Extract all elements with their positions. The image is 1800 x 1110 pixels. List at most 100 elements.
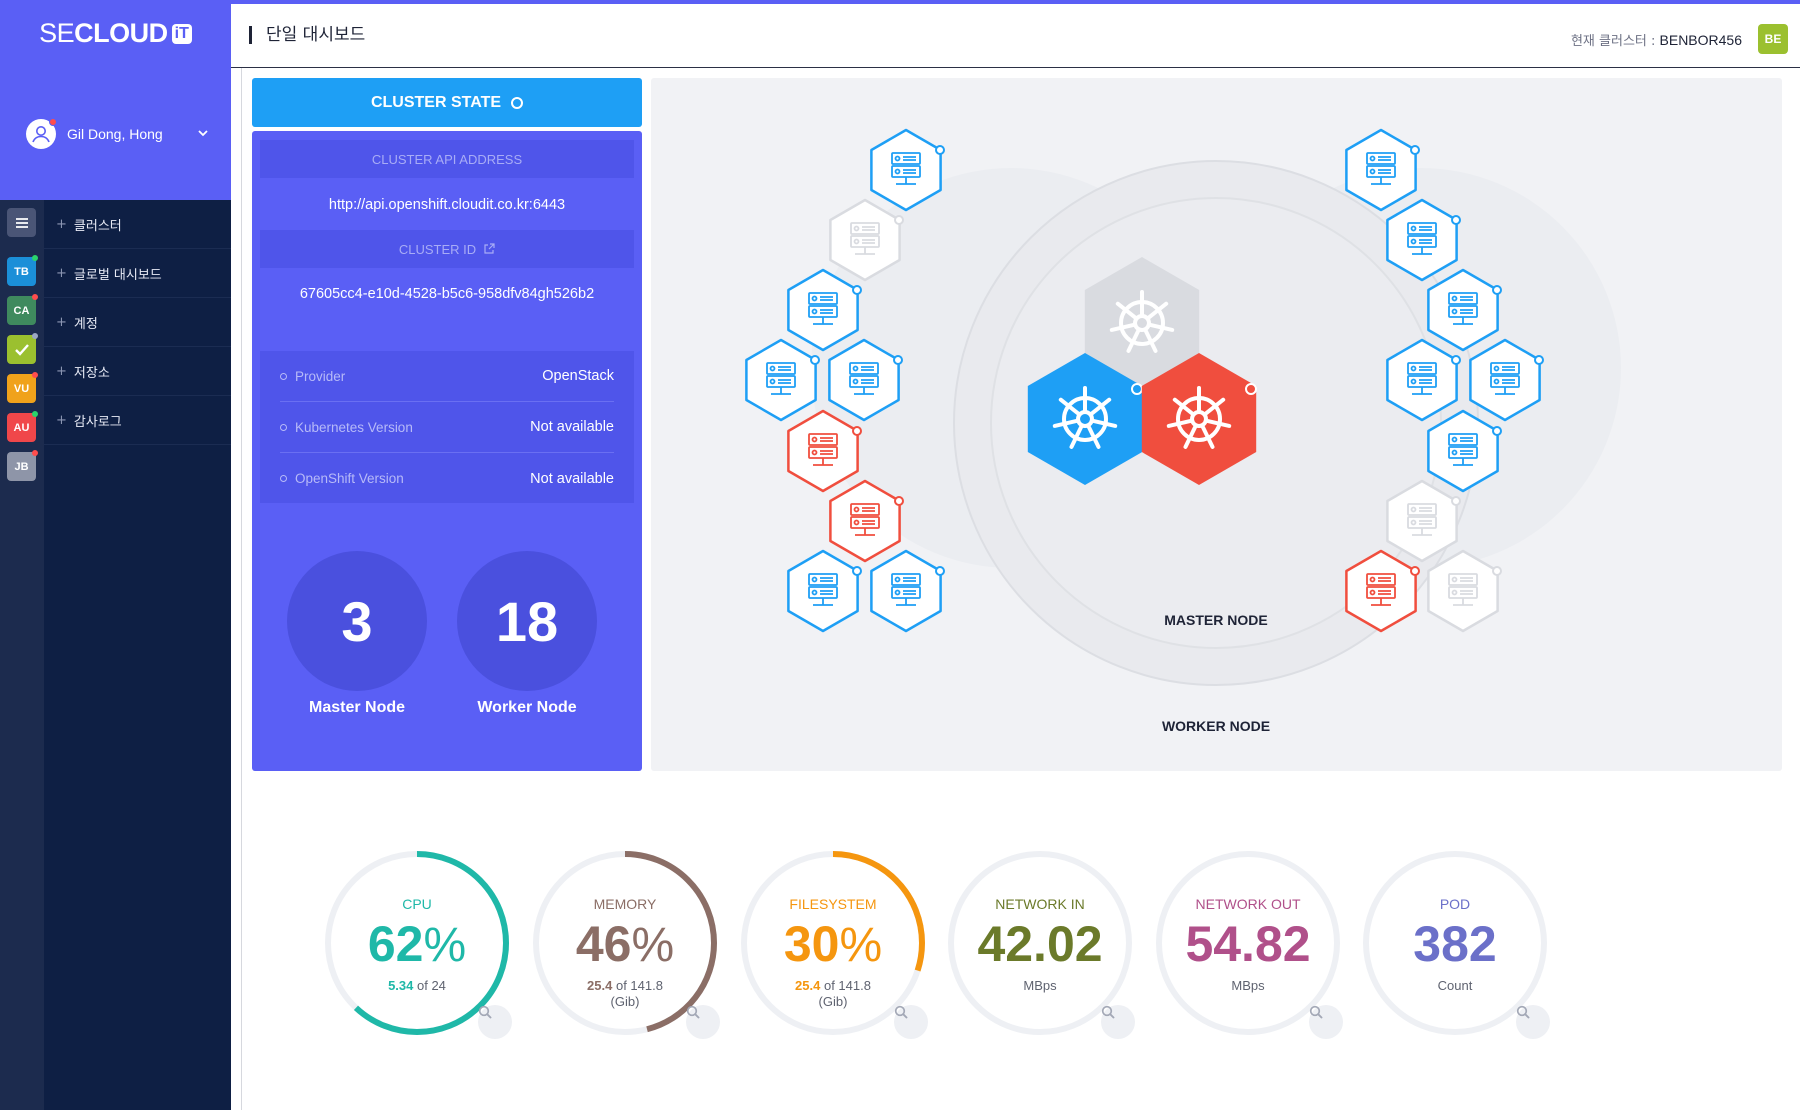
cluster-properties: Provider OpenStack Kubernetes Version Not a… bbox=[260, 351, 634, 503]
status-dot bbox=[32, 450, 38, 456]
rail-cluster-jb[interactable]: JB bbox=[7, 450, 38, 481]
worker-count-label: Worker Node bbox=[477, 699, 577, 716]
sidebar-nav: + 클러스터 + 글로벌 대시보드 + 계정 + 저장소 + 감사로그 bbox=[44, 200, 231, 445]
bullet-icon bbox=[280, 372, 287, 380]
worker-node-active[interactable] bbox=[870, 549, 945, 633]
external-link-icon[interactable] bbox=[483, 243, 495, 255]
zoom-button[interactable] bbox=[1516, 1005, 1550, 1039]
user-name: Gil Dong, Hong bbox=[67, 125, 163, 142]
sidebar-nav-label: 저장소 bbox=[73, 365, 110, 381]
sidebar-nav-item[interactable]: + 계정 bbox=[44, 298, 231, 347]
metric-value: 46% bbox=[575, 916, 675, 972]
current-cluster: 현재 클러스터 : BENBOR456 bbox=[1571, 30, 1742, 49]
status-dot bbox=[1245, 383, 1257, 395]
status-dot bbox=[1492, 285, 1502, 295]
bullet-icon bbox=[280, 475, 287, 482]
refresh-icon[interactable] bbox=[511, 96, 524, 109]
search-icon bbox=[1101, 1005, 1115, 1019]
zoom-button[interactable] bbox=[894, 1005, 928, 1039]
cluster-badge[interactable]: BE bbox=[1758, 24, 1788, 54]
user-icon bbox=[32, 125, 50, 142]
rail-cluster-code: JB bbox=[14, 460, 29, 473]
rail-cluster-active[interactable] bbox=[7, 333, 38, 364]
sidebar-nav-item[interactable]: + 클러스터 bbox=[44, 200, 231, 249]
sidebar: SECLOUD iT Gil Dong, Hong TB CA VU AU JB + 클러… bbox=[0, 0, 231, 1110]
status-dot bbox=[1131, 383, 1143, 395]
sidebar-nav-label: 클러스터 bbox=[73, 218, 122, 234]
plus-icon: + bbox=[56, 216, 67, 232]
status-dot bbox=[852, 426, 862, 436]
metric-gauge-memory: MEMORY 46% 25.4 of 141.8 (Gib) bbox=[520, 838, 730, 1048]
search-icon bbox=[1516, 1005, 1530, 1019]
cluster-state-panel: CLUSTER API ADDRESS http://api.openshift… bbox=[252, 131, 642, 771]
status-dot bbox=[1451, 355, 1461, 365]
rail-cluster-code: VU bbox=[13, 382, 30, 395]
page-title: 단일 대시보드 bbox=[249, 26, 365, 44]
metric-label: NETWORK OUT bbox=[1195, 896, 1301, 912]
zoom-button[interactable] bbox=[686, 1005, 720, 1039]
search-icon bbox=[894, 1005, 908, 1019]
search-icon bbox=[478, 1005, 492, 1019]
worker-node-label: WORKER NODE bbox=[1162, 718, 1270, 734]
sidebar-nav-item[interactable]: + 감사로그 bbox=[44, 396, 231, 445]
sidebar-nav-item[interactable]: + 글로벌 대시보드 bbox=[44, 249, 231, 298]
property-label: OpenShift Version bbox=[280, 471, 404, 486]
metric-value: 382 bbox=[1413, 916, 1497, 972]
metric-gauge-filesystem: FILESYSTEM 30% 25.4 of 141.8 (Gib) bbox=[728, 838, 938, 1048]
property-row: Provider OpenStack bbox=[280, 351, 614, 402]
metric-label: FILESYSTEM bbox=[789, 896, 877, 912]
status-dot bbox=[1410, 145, 1420, 155]
zoom-button[interactable] bbox=[478, 1005, 512, 1039]
status-dot bbox=[32, 372, 38, 378]
metric-usage: 5.34 of 24 bbox=[388, 978, 446, 993]
logo-text: SECLOUD bbox=[39, 18, 168, 48]
status-dot bbox=[894, 496, 904, 506]
metric-value: 42.02 bbox=[977, 916, 1103, 972]
property-row: OpenShift Version Not available bbox=[280, 453, 614, 504]
rail-cluster-au[interactable]: AU bbox=[7, 411, 38, 442]
property-value: Not available bbox=[530, 470, 614, 487]
brand-logo[interactable]: SECLOUD iT bbox=[0, 0, 231, 67]
property-value: Not available bbox=[530, 419, 614, 435]
rail-cluster-ca[interactable]: CA bbox=[7, 294, 38, 325]
cluster-api-value: http://api.openshift.cloudit.co.kr:6443 bbox=[328, 197, 566, 213]
topology-diagram: MASTER NODE WORKER NODE bbox=[745, 128, 1621, 734]
cluster-rail: TB CA VU AU JB bbox=[0, 200, 44, 1110]
cluster-state-header[interactable]: CLUSTER STATE bbox=[252, 78, 642, 127]
master-node-label: MASTER NODE bbox=[1164, 612, 1267, 628]
zoom-button[interactable] bbox=[1309, 1005, 1343, 1039]
zoom-button[interactable] bbox=[1101, 1005, 1135, 1039]
status-dot bbox=[852, 285, 862, 295]
property-value: OpenStack bbox=[542, 368, 614, 384]
user-profile[interactable]: Gil Dong, Hong bbox=[0, 67, 231, 200]
avatar bbox=[26, 117, 57, 149]
cluster-api-label: CLUSTER API ADDRESS bbox=[260, 140, 634, 178]
node-topology: MASTER NODE WORKER NODE bbox=[651, 78, 1782, 771]
master-count: 3 bbox=[287, 551, 427, 691]
rail-cluster-code: CA bbox=[13, 304, 30, 317]
status-dot bbox=[935, 145, 945, 155]
worker-node-active[interactable] bbox=[787, 549, 862, 633]
search-icon bbox=[1309, 1005, 1323, 1019]
rail-cluster-code: TB bbox=[14, 265, 29, 278]
chevron-down-icon[interactable] bbox=[197, 128, 209, 138]
sidebar-nav-label: 계정 bbox=[73, 316, 98, 332]
status-dot bbox=[1492, 566, 1502, 576]
rail-cluster-vu[interactable]: VU bbox=[7, 372, 38, 403]
metric-unit: MBps bbox=[1231, 978, 1265, 993]
main-content: CLUSTER STATE CLUSTER API ADDRESS http:/… bbox=[241, 68, 1790, 1110]
search-icon bbox=[686, 1005, 700, 1019]
status-dot bbox=[32, 255, 38, 261]
property-label: Kubernetes Version bbox=[280, 420, 413, 435]
menu-button[interactable] bbox=[7, 208, 36, 237]
plus-icon: + bbox=[56, 265, 67, 281]
plus-icon: + bbox=[56, 412, 67, 428]
rail-cluster-tb[interactable]: TB bbox=[7, 255, 38, 286]
worker-node-active[interactable] bbox=[745, 338, 820, 422]
master-count-label: Master Node bbox=[308, 699, 406, 716]
metric-gauge-cpu: CPU 62% 5.34 of 24 bbox=[312, 838, 522, 1048]
sidebar-nav-item[interactable]: + 저장소 bbox=[44, 347, 231, 396]
metric-label: MEMORY bbox=[593, 896, 657, 912]
metric-value: 30% bbox=[783, 916, 883, 972]
plus-icon: + bbox=[56, 314, 67, 330]
